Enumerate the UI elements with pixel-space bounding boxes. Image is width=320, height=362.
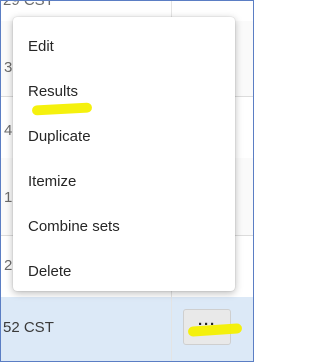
menu-item-label: Results (28, 83, 79, 100)
menu-item-label: Duplicate (28, 128, 91, 145)
row-time-partial: 29 CST (3, 0, 54, 9)
menu-item-label: Delete (28, 263, 72, 280)
menu-item-duplicate[interactable]: Duplicate (13, 119, 235, 164)
app-frame: 29 CST 3 4 1 2 52 CST ··· Edit Results D… (0, 0, 254, 362)
row-fragment: 4 (4, 122, 13, 139)
row-fragment: 1 (4, 189, 13, 206)
menu-item-label: Combine sets (28, 218, 120, 235)
menu-item-label: Edit (28, 38, 54, 55)
row-fragment: 2 (4, 257, 13, 274)
more-horizontal-icon: ··· (198, 315, 216, 333)
more-options-button[interactable]: ··· (183, 309, 243, 345)
menu-item-delete[interactable]: Delete (13, 254, 235, 299)
row-fragment: 3 (4, 59, 13, 76)
menu-item-label: Itemize (28, 173, 77, 190)
menu-item-results[interactable]: Results (13, 74, 235, 119)
highlighter-mark (31, 102, 93, 116)
menu-item-itemize[interactable]: Itemize (13, 164, 235, 209)
row-time: 52 CST (3, 319, 54, 336)
menu-item-combine-sets[interactable]: Combine sets (13, 209, 235, 254)
context-menu: Edit Results Duplicate Itemize Combine s… (13, 17, 235, 291)
menu-item-edit[interactable]: Edit (13, 29, 235, 74)
